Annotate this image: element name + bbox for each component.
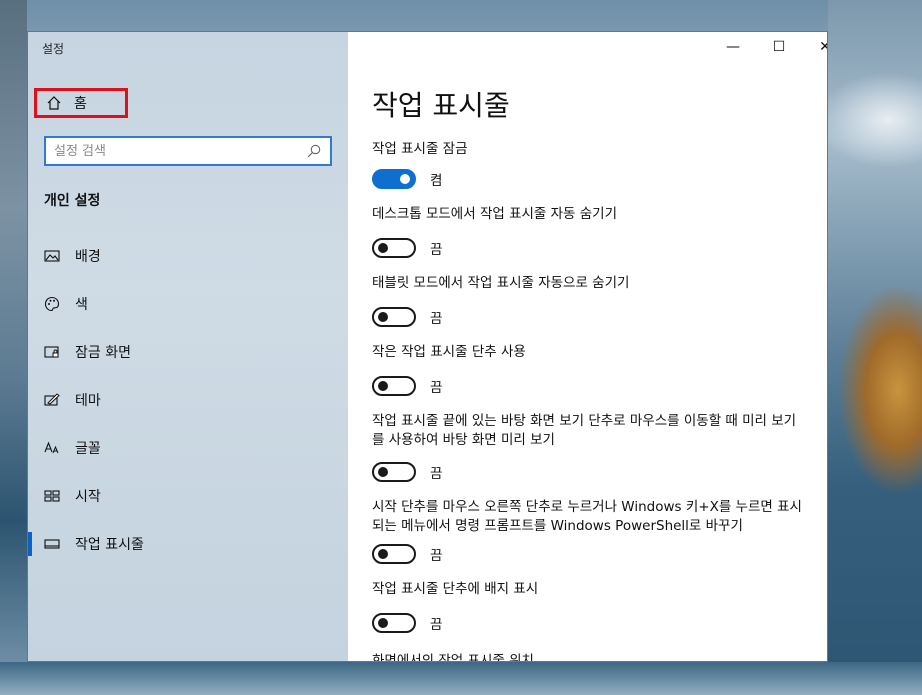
toggle-state: 끔	[430, 311, 443, 327]
powershell-toggle[interactable]	[372, 544, 416, 564]
search-input[interactable]	[54, 143, 306, 159]
settings-list: 작업 표시줄 잠금 켬 데스크톱 모드에서 작업 표시줄 자동 숨기기 끔 태블…	[372, 140, 802, 661]
setting-description: 작업 표시줄 잠금	[372, 141, 468, 157]
toggle-state: 끔	[430, 466, 443, 482]
picture-icon	[44, 248, 60, 264]
toggle-knob	[378, 467, 388, 477]
font-icon	[44, 440, 60, 456]
toggle-state: 끔	[430, 380, 443, 396]
toggle-knob	[400, 174, 410, 184]
setting-peek: 작업 표시줄 끝에 있는 바탕 화면 보기 단추로 마우스를 이동할 때 미리 …	[372, 412, 802, 492]
sidebar-item-fonts[interactable]: 글꼴	[28, 424, 348, 472]
setting-autohide-desktop: 데스크톱 모드에서 작업 표시줄 자동 숨기기 끔	[372, 205, 802, 268]
start-icon	[44, 488, 60, 504]
taskbar-icon	[44, 536, 60, 552]
search-icon[interactable]	[306, 143, 322, 159]
desktop-background-left	[0, 0, 27, 695]
peek-toggle[interactable]	[372, 462, 416, 482]
lock-screen-icon	[44, 344, 60, 360]
sidebar-item-label: 배경	[75, 249, 101, 265]
autohide-desktop-toggle[interactable]	[372, 238, 416, 258]
setting-description: 시작 단추를 마우스 오른쪽 단추로 누르거나 Windows 키+X를 누르면…	[372, 499, 802, 534]
search-box[interactable]	[44, 136, 332, 166]
sidebar-nav: 배경 색 잠금 화면 테마 글꼴 시작 작업 표시줄	[28, 232, 348, 568]
palette-icon	[44, 296, 60, 312]
taskbar-location-heading: 화면에서의 작업 표시줄 위치	[372, 653, 534, 661]
autohide-tablet-toggle[interactable]	[372, 307, 416, 327]
desktop-background-right	[828, 0, 922, 695]
sidebar-item-theme[interactable]: 테마	[28, 376, 348, 424]
sidebar-item-taskbar[interactable]: 작업 표시줄	[28, 520, 348, 568]
sidebar-item-color[interactable]: 색	[28, 280, 348, 328]
toggle-state: 끔	[430, 242, 443, 258]
setting-powershell: 시작 단추를 마우스 오른쪽 단추로 누르거나 Windows 키+X를 누르면…	[372, 498, 802, 574]
setting-lock-taskbar: 작업 표시줄 잠금 켬	[372, 140, 802, 199]
minimize-icon: —	[726, 39, 740, 55]
setting-badges: 작업 표시줄 단추에 배지 표시 끔	[372, 580, 802, 643]
toggle-state: 켬	[430, 173, 443, 189]
home-label: 홈	[74, 96, 87, 112]
toggle-knob	[378, 618, 388, 628]
badges-toggle[interactable]	[372, 613, 416, 633]
sidebar-item-lock-screen[interactable]: 잠금 화면	[28, 328, 348, 376]
maximize-button[interactable]: ☐	[756, 32, 802, 62]
close-icon: ✕	[819, 39, 827, 55]
setting-autohide-tablet: 태블릿 모드에서 작업 표시줄 자동으로 숨기기 끔	[372, 274, 802, 337]
home-icon	[46, 95, 62, 111]
small-buttons-toggle[interactable]	[372, 376, 416, 396]
sidebar-item-label: 작업 표시줄	[75, 537, 144, 553]
theme-icon	[44, 392, 60, 408]
sidebar: 설정 홈 개인 설정 배경	[28, 32, 348, 661]
app-title: 설정	[42, 42, 65, 56]
desktop-background-bottom	[0, 662, 922, 695]
sidebar-item-background[interactable]: 배경	[28, 232, 348, 280]
toggle-knob	[378, 381, 388, 391]
sidebar-item-label: 시작	[75, 489, 101, 505]
setting-description: 데스크톱 모드에서 작업 표시줄 자동 숨기기	[372, 206, 618, 222]
toggle-state: 끔	[430, 548, 443, 564]
toggle-knob	[378, 243, 388, 253]
sidebar-item-label: 색	[75, 297, 88, 313]
setting-small-buttons: 작은 작업 표시줄 단추 사용 끔	[372, 343, 802, 406]
setting-description: 태블릿 모드에서 작업 표시줄 자동으로 숨기기	[372, 275, 630, 291]
toggle-knob	[378, 549, 388, 559]
home-button[interactable]: 홈	[34, 88, 128, 118]
minimize-button[interactable]: —	[710, 32, 756, 62]
section-title: 개인 설정	[44, 193, 101, 209]
setting-description: 작업 표시줄 끝에 있는 바탕 화면 보기 단추로 마우스를 이동할 때 미리 …	[372, 413, 797, 448]
sidebar-item-label: 잠금 화면	[75, 345, 131, 361]
maximize-icon: ☐	[772, 39, 786, 55]
setting-description: 작업 표시줄 단추에 배지 표시	[372, 581, 539, 597]
close-button[interactable]: ✕	[802, 32, 827, 62]
sidebar-item-start[interactable]: 시작	[28, 472, 348, 520]
setting-description: 작은 작업 표시줄 단추 사용	[372, 344, 526, 360]
main-content: — ☐ ✕ 작업 표시줄 작업 표시줄 잠금 켬 데스크톱 모드에서 작업 표시…	[348, 32, 827, 661]
settings-window: 설정 홈 개인 설정 배경	[27, 31, 828, 662]
toggle-knob	[378, 312, 388, 322]
sidebar-item-label: 테마	[75, 393, 101, 409]
toggle-state: 끔	[430, 617, 443, 633]
lock-taskbar-toggle[interactable]	[372, 169, 416, 189]
page-title: 작업 표시줄	[372, 89, 510, 122]
sidebar-item-label: 글꼴	[75, 441, 101, 457]
